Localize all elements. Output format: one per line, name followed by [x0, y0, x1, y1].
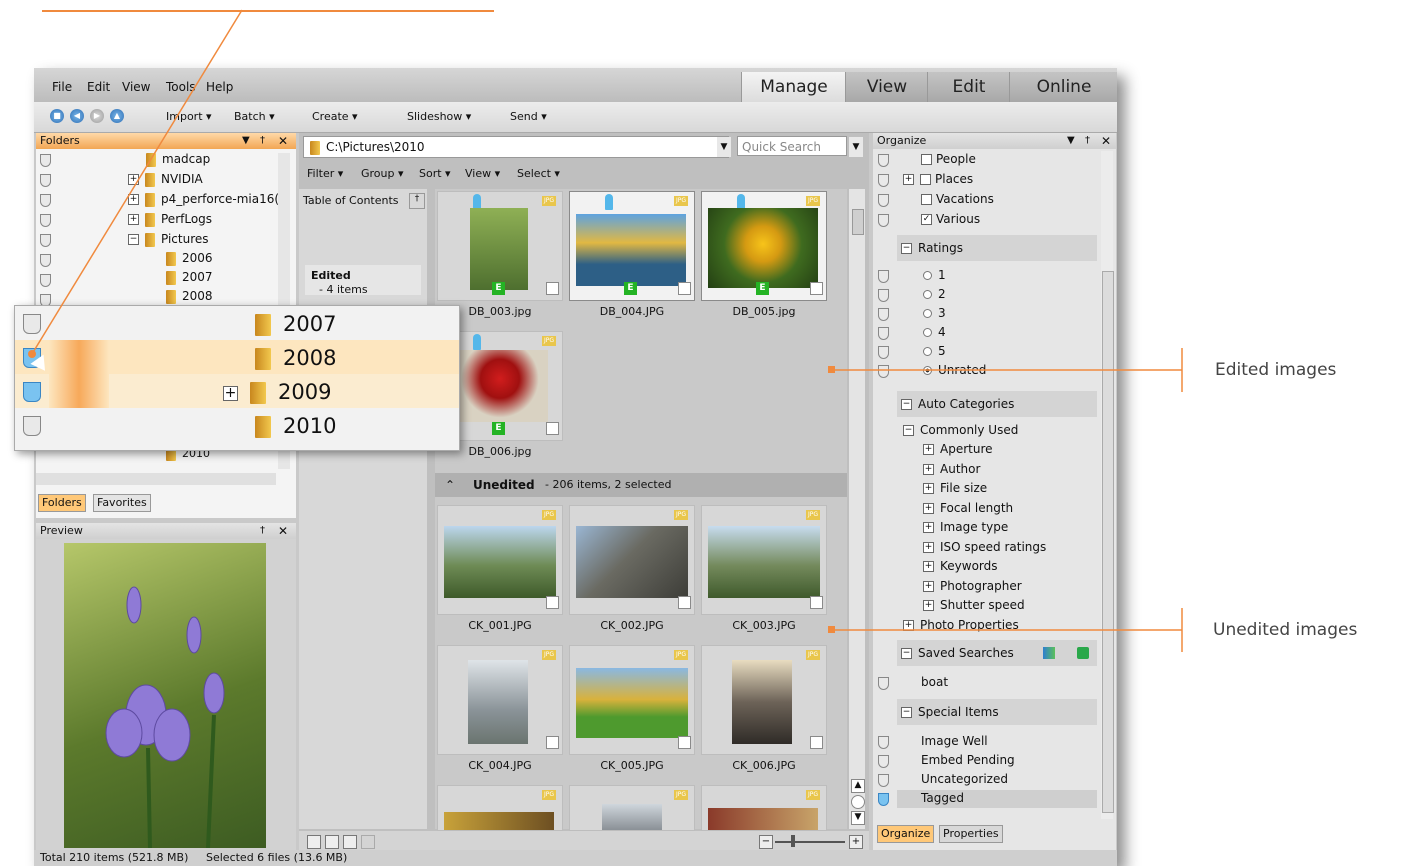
callout-leader-dot: [28, 350, 36, 358]
edited-leader-dot: [828, 366, 835, 373]
unedited-leader-dot: [828, 626, 835, 633]
annotation-overlay: [28, 9, 1183, 652]
callout-unedited-images: Unedited images: [1213, 620, 1358, 640]
callout-leader-line: [31, 9, 243, 355]
callout-edited-images: Edited images: [1215, 360, 1337, 380]
